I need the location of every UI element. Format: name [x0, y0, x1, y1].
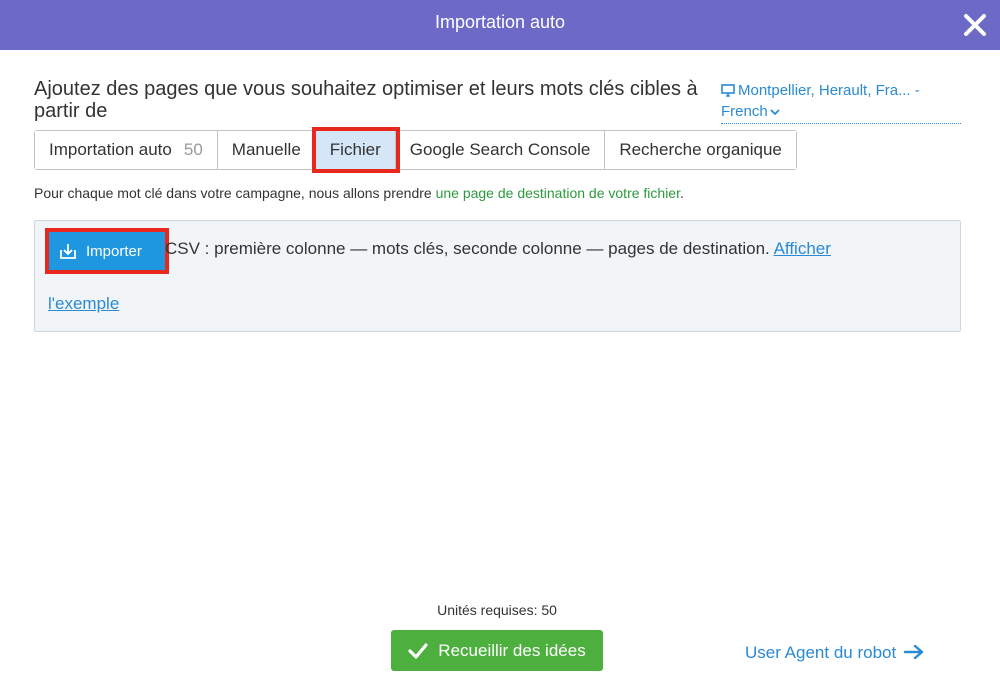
- import-button-label: Importer: [86, 242, 142, 260]
- source-tabs: Importation auto 50 Manuelle Fichier Goo…: [34, 127, 797, 173]
- monitor-icon: [721, 84, 735, 97]
- location-selector[interactable]: Montpellier, Herault, Fra... - French: [721, 80, 961, 124]
- import-panel: Importer CSV : première colonne — mots c…: [34, 220, 961, 332]
- description-end: .: [679, 185, 684, 201]
- tab-recherche-organique[interactable]: Recherche organique: [605, 131, 796, 169]
- chevron-down-icon: [770, 109, 780, 116]
- modal-header: Importation auto: [0, 0, 1000, 50]
- import-instructions: CSV : première colonne — mots clés, seco…: [165, 239, 831, 259]
- download-icon: [60, 244, 76, 259]
- file-description: Pour chaque mot clé dans votre campagne,…: [34, 185, 684, 201]
- arrow-right-icon: [904, 644, 924, 660]
- location-text: Montpellier, Herault, Fra... - French: [721, 82, 920, 120]
- tab-label: Recherche organique: [619, 140, 782, 159]
- page-heading: Ajoutez des pages que vous souhaitez opt…: [34, 78, 698, 122]
- import-instructions-text: CSV : première colonne — mots clés, seco…: [165, 239, 770, 258]
- tab-manuelle[interactable]: Manuelle: [217, 131, 316, 169]
- description-text: Pour chaque mot clé dans votre campagne,…: [34, 185, 436, 201]
- tab-fichier[interactable]: Fichier: [311, 127, 400, 173]
- checkmark-icon: [408, 642, 428, 659]
- tab-label: Importation auto: [49, 140, 172, 159]
- required-units: Unités requises: 50: [437, 602, 557, 618]
- tab-importation-auto[interactable]: Importation auto 50: [35, 131, 218, 169]
- modal-title: Importation auto: [434, 12, 566, 32]
- show-example-link-continued[interactable]: l'exemple: [48, 294, 119, 314]
- show-example-link[interactable]: Afficher: [774, 239, 831, 258]
- tab-label: Manuelle: [231, 140, 301, 159]
- tab-label: Google Search Console: [409, 140, 591, 159]
- collect-ideas-button[interactable]: Recueillir des idées: [391, 630, 603, 671]
- tab-google-search-console[interactable]: Google Search Console: [395, 131, 606, 169]
- import-button[interactable]: Importer: [45, 228, 169, 274]
- collect-ideas-label: Recueillir des idées: [438, 640, 586, 660]
- user-agent-label: User Agent du robot: [745, 643, 897, 662]
- tab-label: Fichier: [329, 140, 381, 159]
- close-icon[interactable]: [962, 12, 988, 38]
- user-agent-link[interactable]: User Agent du robot: [745, 643, 924, 663]
- description-highlight: une page de destination de votre fichier: [435, 185, 680, 201]
- tab-count: 50: [183, 140, 203, 159]
